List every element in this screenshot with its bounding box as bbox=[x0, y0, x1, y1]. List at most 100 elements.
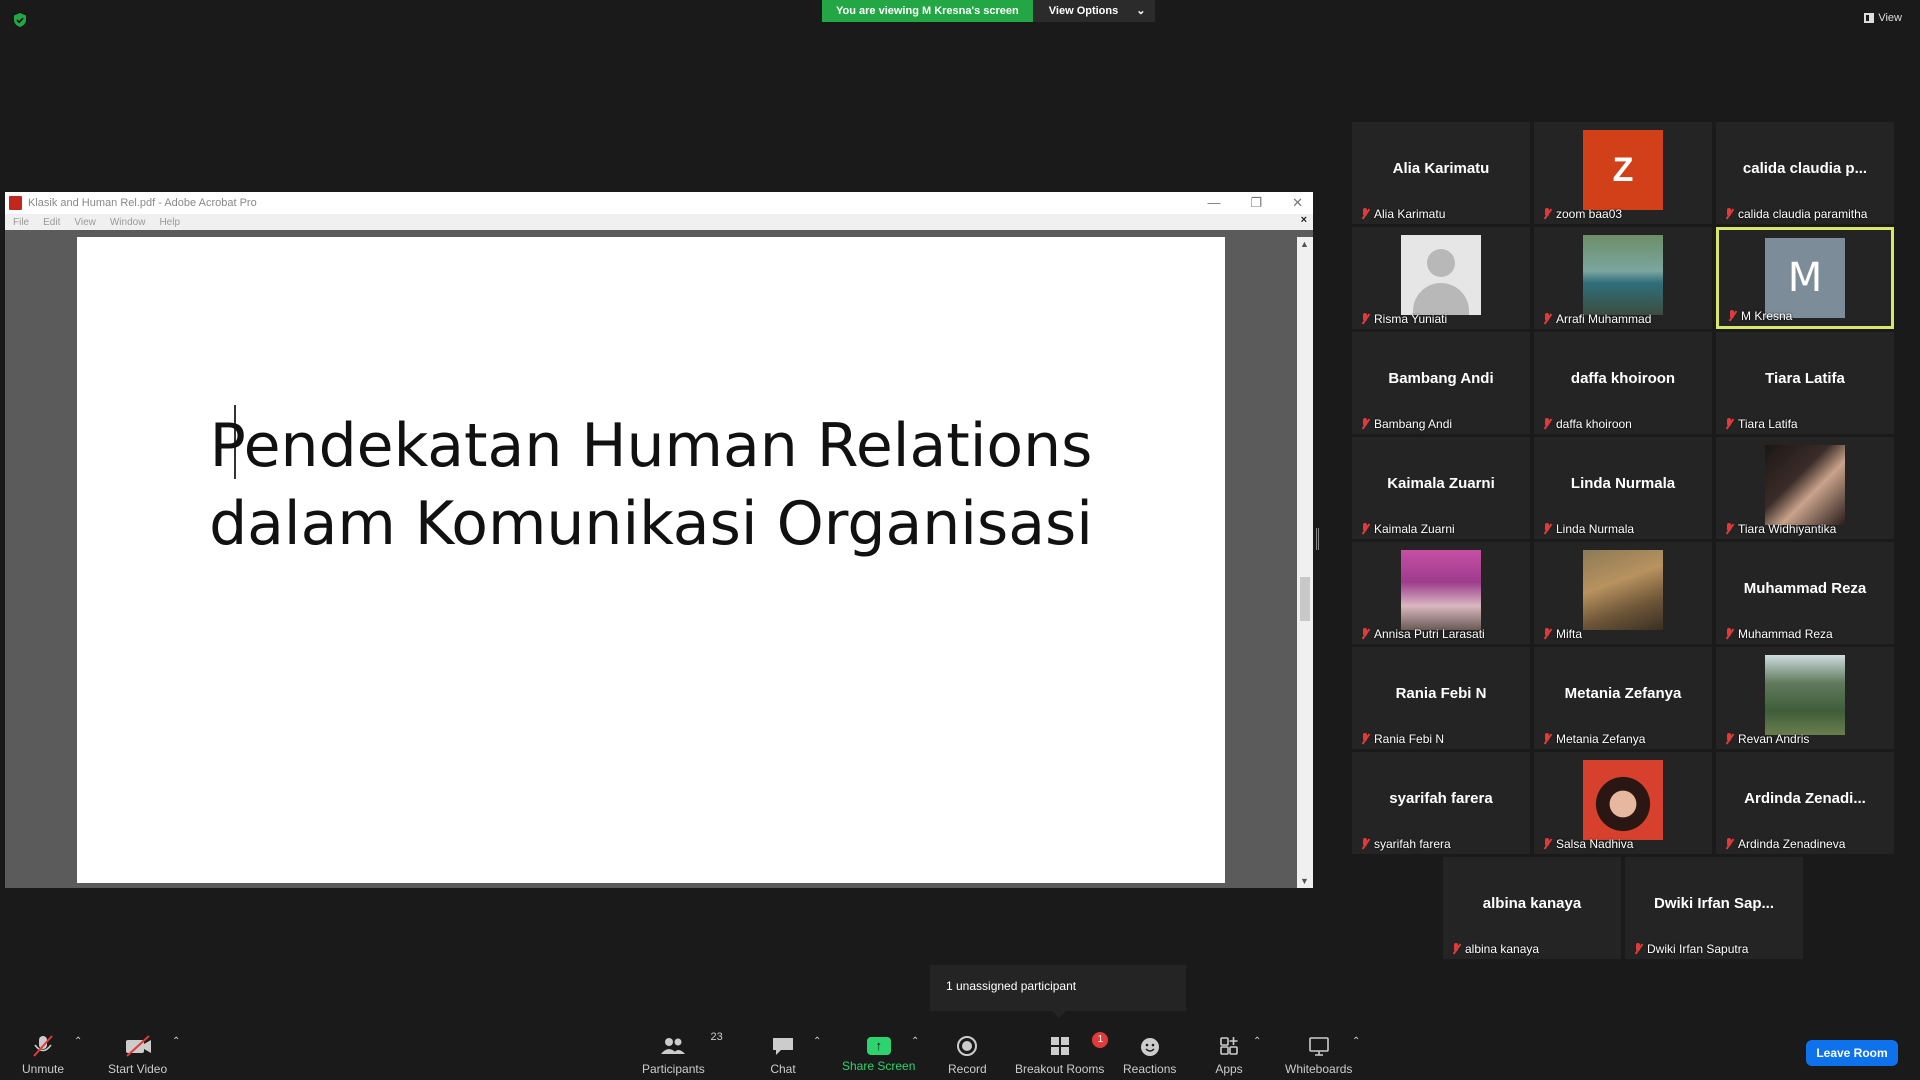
participants-icon bbox=[661, 1038, 686, 1054]
participant-tile[interactable]: Tiara Latifa Tiara Latifa bbox=[1716, 332, 1894, 434]
avatar-initial: M bbox=[1765, 238, 1845, 318]
participant-name-label: M Kresna bbox=[1727, 309, 1792, 323]
participant-tile[interactable]: Dwiki Irfan Sap... Dwiki Irfan Saputra bbox=[1625, 857, 1803, 959]
participant-name-label: Metania Zefanya bbox=[1542, 732, 1645, 746]
participant-name-label: Dwiki Irfan Saputra bbox=[1633, 942, 1748, 956]
participant-tile[interactable]: Risma Yuniati bbox=[1352, 227, 1530, 329]
participant-tile[interactable]: MM Kresna bbox=[1716, 227, 1894, 329]
encryption-shield-icon[interactable] bbox=[12, 12, 28, 28]
split-divider-handle[interactable] bbox=[1316, 528, 1319, 550]
breakout-rooms-button[interactable]: 1 Breakout Rooms bbox=[1015, 1032, 1109, 1076]
pdf-icon bbox=[9, 196, 22, 210]
view-label: View bbox=[1878, 12, 1902, 24]
share-screen-button[interactable]: ↑ Share Screen bbox=[842, 1034, 915, 1073]
participant-tile[interactable]: albina kanaya albina kanaya bbox=[1443, 857, 1621, 959]
apps-label: Apps bbox=[1215, 1062, 1243, 1076]
participant-name-label: Bambang Andi bbox=[1360, 417, 1452, 431]
participant-tile[interactable]: daffa khoiroon daffa khoiroon bbox=[1534, 332, 1712, 434]
video-off-icon bbox=[125, 1035, 151, 1057]
participant-tile[interactable]: calida claudia p... calida claudia parami… bbox=[1716, 122, 1894, 224]
participant-tile[interactable]: Salsa Nadhiva bbox=[1534, 752, 1712, 854]
mic-muted-icon bbox=[1360, 628, 1370, 640]
audio-options-caret-icon[interactable]: ⌃ bbox=[74, 1036, 82, 1047]
chat-options-caret-icon[interactable]: ⌃ bbox=[813, 1036, 821, 1047]
participant-tile[interactable]: Bambang Andi Bambang Andi bbox=[1352, 332, 1530, 434]
participant-tile[interactable]: Linda Nurmala Linda Nurmala bbox=[1534, 437, 1712, 539]
participant-name-label: albina kanaya bbox=[1451, 942, 1539, 956]
apps-button[interactable]: Apps bbox=[1214, 1034, 1244, 1076]
menu-file: File bbox=[13, 216, 30, 228]
close-document-icon: × bbox=[1300, 214, 1307, 226]
window-title: Klasik and Human Rel.pdf - Adobe Acrobat… bbox=[28, 197, 257, 209]
reactions-button[interactable]: Reactions bbox=[1123, 1034, 1176, 1076]
start-video-label: Start Video bbox=[108, 1062, 168, 1076]
participants-button[interactable]: 23 Participants bbox=[642, 1031, 723, 1076]
video-options-caret-icon[interactable]: ⌃ bbox=[172, 1036, 180, 1047]
acrobat-menubar: File Edit View Window Help × bbox=[5, 214, 1313, 230]
mic-muted-icon bbox=[1360, 838, 1370, 850]
participant-gallery: Alia Karimatu Alia Karimatu Zzoom baa03 cal… bbox=[1352, 122, 1894, 962]
participant-tile[interactable]: Revan Andris bbox=[1716, 647, 1894, 749]
participant-name: Tiara Latifa bbox=[1738, 417, 1798, 431]
participant-tile[interactable]: Ardinda Zenadi... Ardinda Zenadineva bbox=[1716, 752, 1894, 854]
participant-display-name: albina kanaya bbox=[1482, 895, 1582, 912]
apps-options-caret-icon[interactable]: ⌃ bbox=[1253, 1036, 1261, 1047]
participant-name: syarifah farera bbox=[1374, 837, 1451, 851]
participant-tile[interactable]: Muhammad Reza Muhammad Reza bbox=[1716, 542, 1894, 644]
unmute-button[interactable]: Unmute bbox=[22, 1034, 64, 1076]
participant-tile[interactable]: Tiara Widhiyantika bbox=[1716, 437, 1894, 539]
mic-muted-icon bbox=[1451, 943, 1461, 955]
whiteboards-options-caret-icon[interactable]: ⌃ bbox=[1352, 1036, 1360, 1047]
chat-button[interactable]: Chat bbox=[768, 1034, 798, 1076]
participant-name-label: syarifah farera bbox=[1360, 837, 1451, 851]
mic-muted-icon bbox=[1542, 733, 1552, 745]
profile-photo bbox=[1583, 760, 1663, 840]
participant-tile[interactable]: Mifta bbox=[1534, 542, 1712, 644]
participant-tile[interactable]: Alia Karimatu Alia Karimatu bbox=[1352, 122, 1530, 224]
layout-icon bbox=[1864, 13, 1875, 23]
view-options-label: View Options bbox=[1048, 5, 1119, 17]
participant-name: Muhammad Reza bbox=[1738, 627, 1833, 641]
view-button[interactable]: View bbox=[1864, 12, 1902, 24]
reactions-smiley-icon bbox=[1140, 1038, 1159, 1056]
participant-name-label: Tiara Latifa bbox=[1724, 417, 1798, 431]
participant-name-label: daffa khoiroon bbox=[1542, 417, 1632, 431]
participant-name-label: Salsa Nadhiva bbox=[1542, 837, 1633, 851]
viewing-banner: You are viewing M Kresna's screen View O… bbox=[822, 0, 1156, 22]
participant-display-name: Muhammad Reza bbox=[1743, 580, 1867, 597]
mic-muted-icon bbox=[1542, 313, 1552, 325]
whiteboard-icon bbox=[1308, 1037, 1329, 1056]
participant-tile[interactable]: Metania Zefanya Metania Zefanya bbox=[1534, 647, 1712, 749]
whiteboards-button[interactable]: Whiteboards bbox=[1285, 1034, 1352, 1076]
unassigned-participant-popup[interactable]: 1 unassigned participant bbox=[930, 965, 1186, 1018]
participant-tile[interactable]: Kaimala Zuarni Kaimala Zuarni bbox=[1352, 437, 1530, 539]
pdf-scrollbar: ▲ ▼ bbox=[1297, 237, 1313, 888]
participant-display-name: Dwiki Irfan Sap... bbox=[1653, 895, 1775, 912]
participant-name: Alia Karimatu bbox=[1374, 207, 1446, 221]
participant-tile[interactable]: Rania Febi N Rania Febi N bbox=[1352, 647, 1530, 749]
participant-tile[interactable]: syarifah farera syarifah farera bbox=[1352, 752, 1530, 854]
leave-room-button[interactable]: Leave Room bbox=[1806, 1040, 1898, 1066]
record-button[interactable]: Record bbox=[948, 1034, 987, 1076]
participant-tile[interactable]: Annisa Putri Larasati bbox=[1352, 542, 1530, 644]
participant-name: Bambang Andi bbox=[1374, 417, 1453, 431]
close-icon: ✕ bbox=[1292, 195, 1303, 210]
share-options-caret-icon[interactable]: ⌃ bbox=[911, 1036, 919, 1047]
scroll-thumb bbox=[1300, 577, 1310, 621]
participant-name-label: Linda Nurmala bbox=[1542, 522, 1634, 536]
minimize-icon: — bbox=[1207, 195, 1221, 210]
slide-title-line-2: dalam Komunikasi Organisasi bbox=[209, 489, 1093, 559]
participant-tile[interactable]: Arrafi Muhammad bbox=[1534, 227, 1712, 329]
breakout-rooms-label: Breakout Rooms bbox=[1015, 1062, 1105, 1076]
profile-photo bbox=[1765, 445, 1845, 525]
participant-name: Ardinda Zenadineva bbox=[1738, 837, 1846, 851]
view-options-button[interactable]: View Options ⌄ bbox=[1032, 0, 1156, 22]
mic-muted-icon bbox=[1542, 208, 1552, 220]
profile-photo bbox=[1765, 655, 1845, 735]
start-video-button[interactable]: Start Video bbox=[108, 1034, 167, 1076]
mic-muted-icon bbox=[1360, 523, 1370, 535]
mic-muted-icon bbox=[1724, 733, 1734, 745]
participant-tile[interactable]: Zzoom baa03 bbox=[1534, 122, 1712, 224]
participant-display-name: Alia Karimatu bbox=[1392, 160, 1490, 177]
participant-display-name: Linda Nurmala bbox=[1570, 475, 1676, 492]
